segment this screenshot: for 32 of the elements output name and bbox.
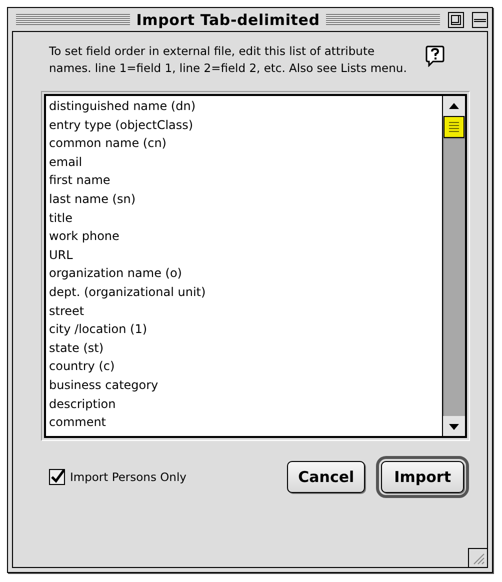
attribute-line: dept. (organizational unit) [49,284,207,301]
resize-grip-icon[interactable] [468,548,487,567]
scroll-thumb[interactable] [443,116,465,138]
attribute-line: state (st) [49,340,105,357]
collapse-box-icon[interactable] [472,12,488,28]
instructions-text: To set field order in external file, edit this list of attribute names. line 1=field 1, line 2=field 2, etc. Also see Lists menu. [49,43,408,77]
attribute-list[interactable] [44,94,467,438]
attribute-line: first name [49,172,112,190]
attribute-line: business category [49,376,160,394]
attribute-line: organization name (o) [49,265,183,282]
checkbox[interactable] [49,469,65,485]
attribute-line: comment [49,414,108,432]
title-bar-stripes[interactable] [326,14,440,25]
attribute-line: country (c) [49,358,116,376]
scroll-bar[interactable] [442,96,465,436]
checkbox-label[interactable]: Import Persons Only [70,470,186,484]
attribute-line: city /location (1) [49,321,148,338]
attribute-line: distinguished name (dn) [49,98,197,115]
attribute-line: entry type (objectClass) [49,116,194,134]
attribute-line: last name (sn) [49,190,137,208]
attribute-line: description [49,396,117,412]
title-bar-stripes[interactable] [16,14,130,25]
attribute-line: work phone [49,228,120,246]
attribute-line: common name (cn) [49,135,168,152]
attribute-line: title [49,210,74,227]
attribute-line: email [49,154,84,171]
attribute-line: URL [49,246,74,264]
zoom-box-icon[interactable] [448,12,464,28]
window-title: Import Tab-delimited [136,10,320,28]
push-button[interactable]: Cancel [287,461,366,493]
help-balloon-icon[interactable] [425,45,445,67]
attribute-line: street [49,302,86,320]
